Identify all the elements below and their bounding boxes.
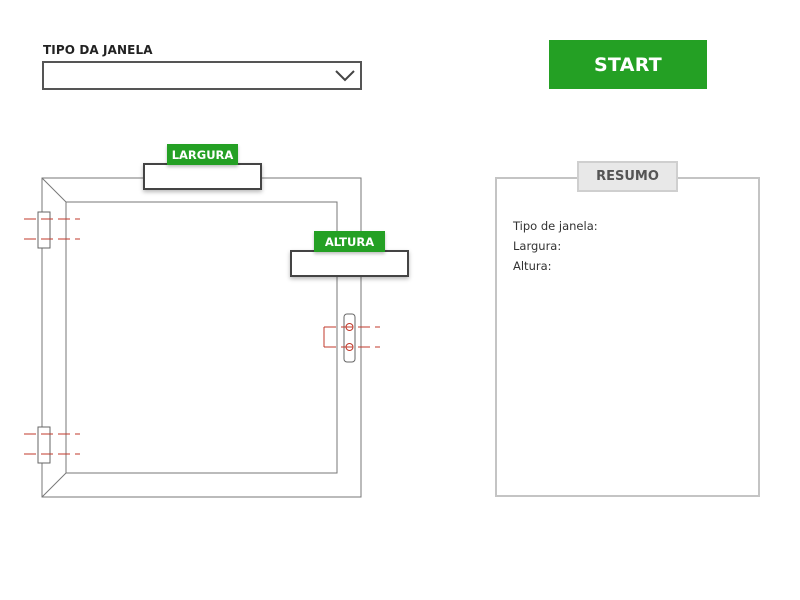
summary-window-type-line: Tipo de janela: <box>513 219 598 233</box>
window-outer-frame <box>41 177 362 498</box>
start-button[interactable]: START <box>549 40 707 89</box>
summary-height-line: Altura: <box>513 259 552 273</box>
window-diagram <box>24 177 380 498</box>
height-input[interactable] <box>290 250 409 277</box>
summary-title: RESUMO <box>577 161 678 192</box>
width-label-tag: LARGURA <box>167 144 238 165</box>
summary-width-line: Largura: <box>513 239 562 253</box>
width-input[interactable] <box>143 163 262 190</box>
height-label-tag: ALTURA <box>314 231 385 252</box>
